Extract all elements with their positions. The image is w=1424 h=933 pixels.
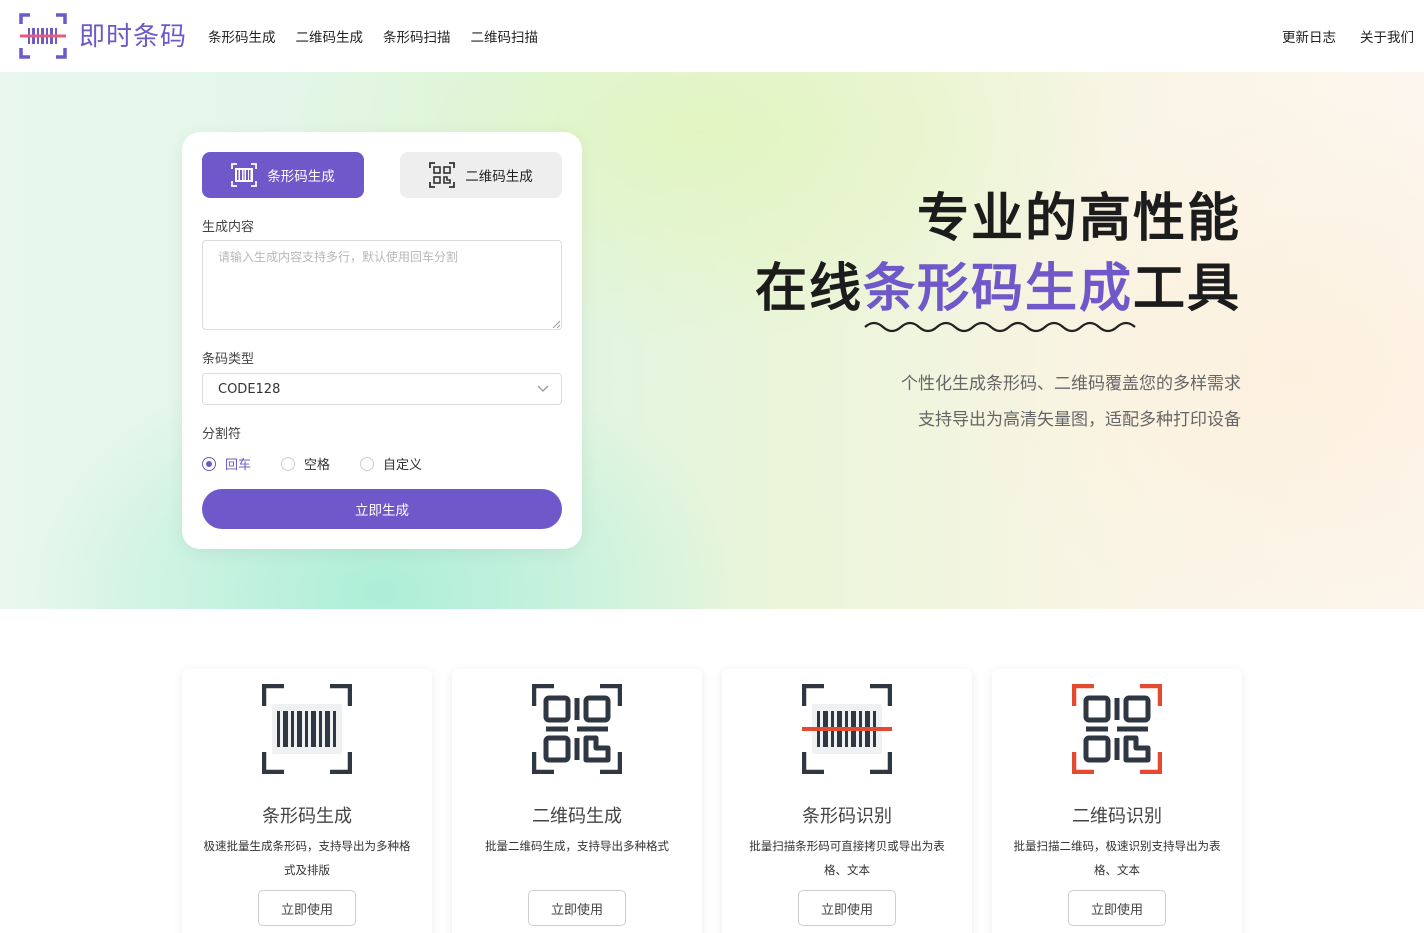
feature-title: 二维码生成 <box>532 806 622 827</box>
content-input[interactable] <box>202 240 562 330</box>
nav-qrcode-generate[interactable]: 二维码生成 <box>296 26 364 46</box>
subtitle-line2: 支持导出为高清矢量图，适配多种打印设备 <box>918 410 1241 430</box>
feature-title: 二维码识别 <box>1072 806 1162 827</box>
feature-cards: 条形码生成 极速批量生成条形码，支持导出为多种格式及排版 立即使用 二维码生成 … <box>182 669 1242 933</box>
content-label: 生成内容 <box>202 220 255 235</box>
top-navbar: 即时条码 条形码生成 二维码生成 条形码扫描 二维码扫描 更新日志 关于我们 <box>0 0 1424 72</box>
nav-qrcode-scan[interactable]: 二维码扫描 <box>471 26 539 46</box>
headline-accent-text: 条形码生成 <box>862 259 1133 319</box>
nav-about[interactable]: 关于我们 <box>1360 26 1414 46</box>
hero-headline: 专业的高性能 在线条形码生成 工具 <box>754 184 1241 333</box>
nav-changelog[interactable]: 更新日志 <box>1282 26 1336 46</box>
headline-line1: 专业的高性能 <box>916 189 1241 249</box>
use-now-button[interactable]: 立即使用 <box>258 890 356 926</box>
feature-card-qrcode-generate: 二维码生成 批量二维码生成，支持导出多种格式 立即使用 <box>452 669 702 933</box>
barcode-icon <box>231 163 258 187</box>
subtitle-line1: 个性化生成条形码、二维码覆盖您的多样需求 <box>901 374 1241 394</box>
tab-barcode-generate[interactable]: 条形码生成 <box>202 152 364 198</box>
qrcode-icon <box>532 684 622 774</box>
wave-underline-icon <box>864 321 1136 333</box>
radio-space[interactable]: 空格 <box>281 454 330 473</box>
radio-dot <box>202 456 216 471</box>
separator-label: 分割符 <box>202 427 242 442</box>
feature-title: 条形码生成 <box>262 806 352 827</box>
hero-subtitle: 个性化生成条形码、二维码覆盖您的多样需求 支持导出为高清矢量图，适配多种打印设备 <box>901 366 1241 438</box>
headline-post: 工具 <box>1132 259 1241 319</box>
resize-grip-icon[interactable] <box>552 320 560 328</box>
generator-card: 条形码生成 二维码生成 生成内容 条码类型 CODE128 分割符 回车 空格 <box>182 132 582 549</box>
barcode-type-select[interactable]: CODE128 <box>202 373 562 405</box>
radio-dot <box>360 456 375 471</box>
use-now-button[interactable]: 立即使用 <box>528 890 626 926</box>
tab-qrcode-label: 二维码生成 <box>465 169 533 185</box>
use-now-button[interactable]: 立即使用 <box>798 890 896 926</box>
radio-enter[interactable]: 回车 <box>202 454 251 473</box>
barcode-type-value: CODE128 <box>218 381 281 397</box>
barcode-logo-icon[interactable] <box>18 12 68 60</box>
nav-barcode-scan[interactable]: 条形码扫描 <box>383 26 451 46</box>
radio-dot <box>281 456 296 471</box>
headline-line2: 在线条形码生成 工具 <box>754 254 1241 333</box>
feature-card-barcode-scan: 条形码识别 批量扫描条形码可直接拷贝或导出为表格、文本 立即使用 <box>722 669 972 933</box>
tab-barcode-label: 条形码生成 <box>267 169 335 185</box>
barcode-scan-icon <box>802 684 892 774</box>
feature-desc: 批量扫描条形码可直接拷贝或导出为表格、文本 <box>749 839 945 877</box>
feature-card-barcode-generate: 条形码生成 极速批量生成条形码，支持导出为多种格式及排版 立即使用 <box>182 669 432 933</box>
feature-desc: 极速批量生成条形码，支持导出为多种格式及排版 <box>203 839 411 877</box>
main-nav: 条形码生成 二维码生成 条形码扫描 二维码扫描 <box>208 26 538 46</box>
headline-pre: 在线 <box>754 259 863 319</box>
nav-barcode-generate[interactable]: 条形码生成 <box>208 26 276 46</box>
headline-accent: 条形码生成 <box>862 259 1136 333</box>
radio-custom[interactable]: 自定义 <box>360 454 422 473</box>
separator-radio-group: 回车 空格 自定义 <box>202 454 422 473</box>
tab-qrcode-generate[interactable]: 二维码生成 <box>400 152 562 198</box>
radio-space-label: 空格 <box>304 458 331 473</box>
feature-desc: 批量二维码生成，支持导出多种格式 <box>485 839 669 853</box>
hero-section: 条形码生成 二维码生成 生成内容 条码类型 CODE128 分割符 回车 空格 <box>0 72 1424 609</box>
secondary-nav: 更新日志 关于我们 <box>1282 26 1414 46</box>
brand-name[interactable]: 即时条码 <box>79 16 187 53</box>
radio-enter-label: 回车 <box>225 458 252 473</box>
barcode-icon <box>262 684 352 774</box>
chevron-down-icon <box>537 385 549 392</box>
radio-custom-label: 自定义 <box>383 458 423 473</box>
type-label: 条码类型 <box>202 352 255 367</box>
qrcode-icon <box>429 162 456 188</box>
qrcode-scan-icon <box>1072 684 1162 774</box>
feature-card-qrcode-scan: 二维码识别 批量扫描二维码，极速识别支持导出为表格、文本 立即使用 <box>992 669 1242 933</box>
use-now-button[interactable]: 立即使用 <box>1068 890 1166 926</box>
generate-button[interactable]: 立即生成 <box>202 489 562 529</box>
feature-title: 条形码识别 <box>802 806 892 827</box>
feature-desc: 批量扫描二维码，极速识别支持导出为表格、文本 <box>1013 839 1221 877</box>
